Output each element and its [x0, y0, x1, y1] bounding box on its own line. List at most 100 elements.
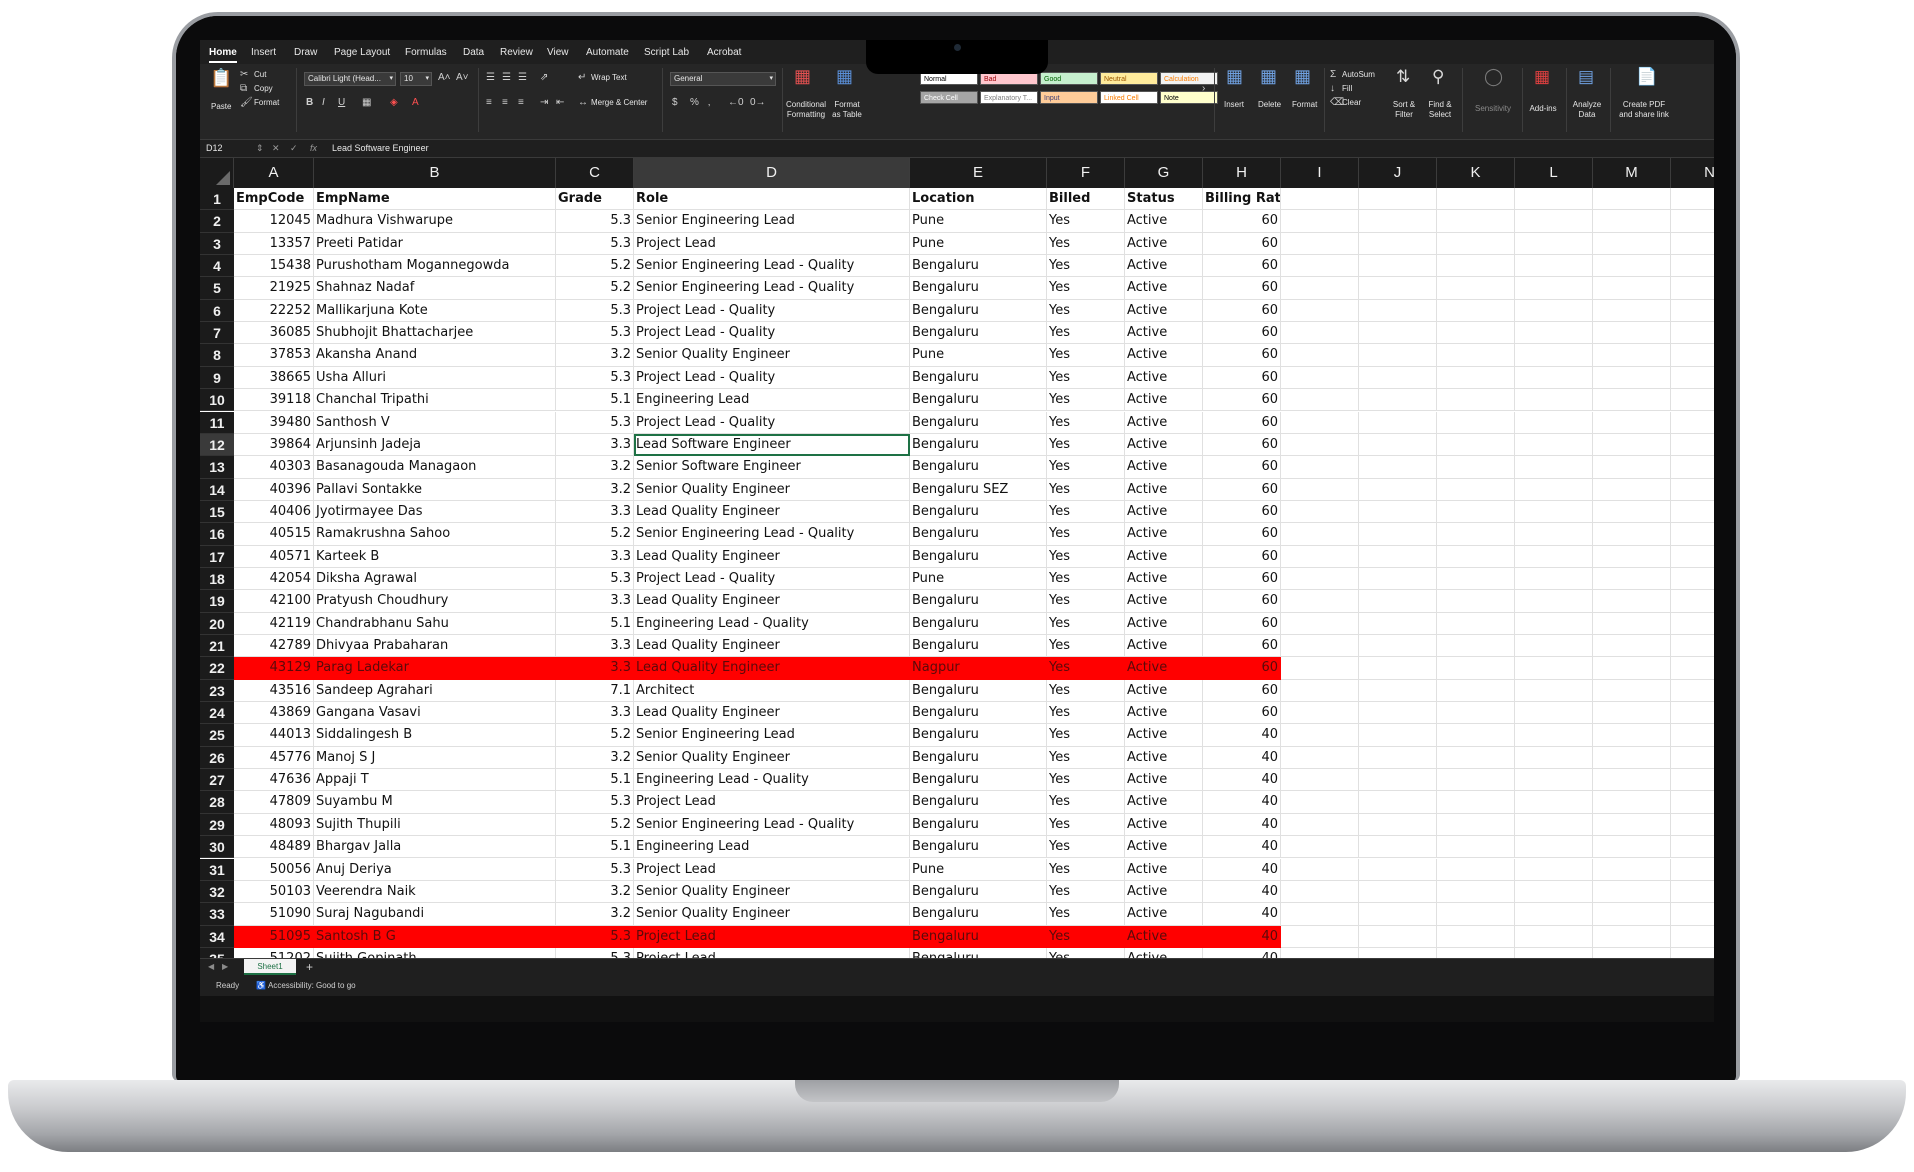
- column-header-g[interactable]: G: [1125, 158, 1203, 188]
- table-cell[interactable]: [1437, 210, 1515, 233]
- table-cell[interactable]: [1281, 590, 1359, 613]
- column-title-cell[interactable]: Location: [910, 188, 1047, 211]
- table-cell[interactable]: Suyambu M: [314, 791, 556, 814]
- table-cell[interactable]: [1593, 545, 1671, 568]
- table-cell[interactable]: [1359, 344, 1437, 367]
- table-cell[interactable]: 60: [1203, 210, 1281, 233]
- table-cell[interactable]: 37853: [234, 344, 314, 367]
- table-cell[interactable]: [1281, 724, 1359, 747]
- table-cell[interactable]: 5.1: [556, 612, 634, 635]
- row-header[interactable]: 15: [200, 500, 234, 524]
- styles-gallery-more-icon[interactable]: ›: [1202, 84, 1205, 94]
- table-cell[interactable]: [1437, 836, 1515, 859]
- table-cell[interactable]: [1359, 702, 1437, 725]
- row-header[interactable]: 22: [200, 657, 234, 680]
- table-cell[interactable]: Manoj S J: [314, 746, 556, 770]
- tab-insert[interactable]: Insert: [251, 47, 276, 58]
- table-cell[interactable]: 50056: [234, 858, 314, 881]
- table-cell[interactable]: 60: [1203, 433, 1281, 457]
- table-cell[interactable]: [1281, 880, 1359, 904]
- row-header[interactable]: 24: [200, 702, 234, 725]
- table-cell[interactable]: Mallikarjuna Kote: [314, 299, 556, 323]
- table-cell[interactable]: Active: [1125, 255, 1203, 278]
- table-cell[interactable]: [1671, 412, 1714, 434]
- table-cell[interactable]: [1515, 746, 1593, 770]
- table-cell[interactable]: [1437, 232, 1515, 256]
- table-cell[interactable]: [1437, 366, 1515, 390]
- table-cell[interactable]: [1437, 947, 1515, 958]
- sheet-tab-sheet1[interactable]: Sheet1: [244, 959, 296, 975]
- align-right-icon[interactable]: ≡: [518, 98, 524, 108]
- analyze-data-button[interactable]: Analyze Data: [1572, 100, 1602, 120]
- table-cell[interactable]: [1437, 545, 1515, 568]
- table-cell[interactable]: [1671, 724, 1714, 747]
- table-cell[interactable]: [1281, 791, 1359, 814]
- table-cell[interactable]: [1593, 746, 1671, 770]
- row-header[interactable]: 4: [200, 255, 234, 278]
- table-cell[interactable]: [1281, 232, 1359, 256]
- table-cell[interactable]: [1515, 277, 1593, 300]
- table-cell[interactable]: 60: [1203, 500, 1281, 524]
- table-cell[interactable]: Engineering Lead: [634, 836, 910, 859]
- table-cell[interactable]: 5.2: [556, 277, 634, 300]
- table-cell[interactable]: 60: [1203, 366, 1281, 390]
- table-cell[interactable]: 60: [1203, 344, 1281, 367]
- table-cell[interactable]: Bengaluru: [910, 299, 1047, 323]
- table-cell[interactable]: [1515, 635, 1593, 658]
- table-cell[interactable]: [1593, 702, 1671, 725]
- accessibility-status[interactable]: Accessibility: Good to go: [268, 981, 356, 990]
- decrease-font-icon[interactable]: A˅: [456, 73, 469, 83]
- table-cell[interactable]: Yes: [1047, 389, 1125, 412]
- table-cell[interactable]: [1671, 702, 1714, 725]
- table-cell[interactable]: Yes: [1047, 858, 1125, 881]
- align-center-icon[interactable]: ≡: [502, 98, 508, 108]
- table-cell[interactable]: Yes: [1047, 836, 1125, 859]
- table-cell[interactable]: Project Lead: [634, 232, 910, 256]
- increase-font-icon[interactable]: A˄: [438, 73, 451, 83]
- table-cell[interactable]: 40: [1203, 947, 1281, 958]
- table-cell[interactable]: [1359, 567, 1437, 591]
- table-cell[interactable]: [1359, 322, 1437, 345]
- table-cell[interactable]: [1359, 366, 1437, 390]
- tab-acrobat[interactable]: Acrobat: [707, 47, 741, 58]
- table-cell[interactable]: Active: [1125, 567, 1203, 591]
- column-header-i[interactable]: I: [1281, 158, 1359, 188]
- table-cell[interactable]: 42789: [234, 635, 314, 658]
- table-cell[interactable]: Pune: [910, 344, 1047, 367]
- table-cell[interactable]: 3.3: [556, 545, 634, 568]
- table-cell[interactable]: Active: [1125, 858, 1203, 881]
- table-cell[interactable]: [1281, 679, 1359, 703]
- table-cell[interactable]: [1671, 613, 1714, 635]
- find-select-button[interactable]: Find & Select: [1422, 100, 1458, 120]
- row-header[interactable]: 27: [200, 769, 234, 792]
- table-cell[interactable]: Bengaluru: [910, 366, 1047, 390]
- table-cell[interactable]: 40: [1203, 813, 1281, 837]
- table-cell[interactable]: Architect: [634, 679, 910, 703]
- table-cell[interactable]: Active: [1125, 746, 1203, 770]
- column-header-m[interactable]: M: [1593, 158, 1671, 188]
- outdent-icon[interactable]: ⇤: [556, 98, 564, 108]
- table-cell[interactable]: Yes: [1047, 366, 1125, 390]
- table-cell[interactable]: Yes: [1047, 277, 1125, 300]
- table-cell[interactable]: Pune: [910, 567, 1047, 591]
- table-cell[interactable]: [1515, 322, 1593, 345]
- table-cell[interactable]: [1671, 859, 1714, 881]
- table-cell[interactable]: Yes: [1047, 545, 1125, 568]
- table-cell[interactable]: [1281, 657, 1359, 680]
- table-cell[interactable]: 3.3: [556, 657, 634, 680]
- table-cell[interactable]: Yes: [1047, 612, 1125, 635]
- add-sheet-icon[interactable]: +: [306, 960, 313, 974]
- table-cell[interactable]: Bengaluru: [910, 322, 1047, 345]
- table-cell[interactable]: [1593, 657, 1671, 680]
- table-cell[interactable]: [1437, 500, 1515, 524]
- table-cell[interactable]: [1359, 813, 1437, 837]
- tab-draw[interactable]: Draw: [294, 47, 317, 58]
- cell-style-check-cell[interactable]: Check Cell: [920, 91, 978, 104]
- column-header-c[interactable]: C: [556, 158, 634, 188]
- fill-button[interactable]: Fill: [1342, 84, 1352, 94]
- table-cell[interactable]: Yes: [1047, 903, 1125, 926]
- table-cell[interactable]: Bengaluru: [910, 903, 1047, 926]
- row-header[interactable]: 33: [200, 903, 234, 926]
- table-cell[interactable]: 3.2: [556, 344, 634, 367]
- table-cell[interactable]: Active: [1125, 635, 1203, 658]
